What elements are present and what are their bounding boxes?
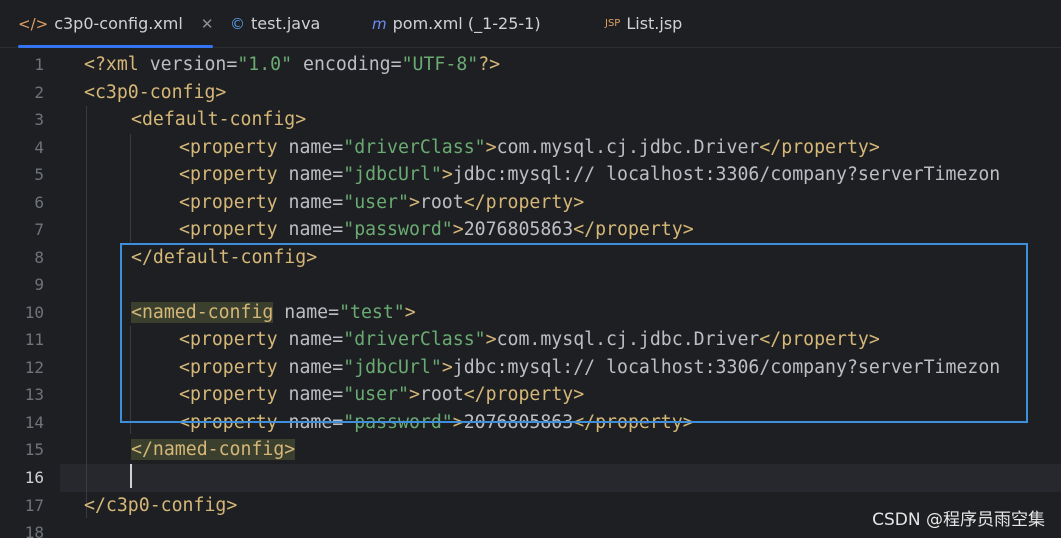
line-number: 17: [24, 495, 44, 515]
text-content: com.mysql.cj.jdbc.Driver: [496, 136, 760, 158]
line-number: 6: [34, 192, 44, 212]
text-content: 2076805863: [463, 219, 574, 240]
line-number: 1: [34, 55, 44, 74]
tag-open: <property: [179, 136, 289, 158]
line-number: 12: [24, 357, 44, 377]
line-number-gutter: 1 2 3 4 5 6 7 8 9 10 11 12 13 14 15 16 1…: [0, 48, 60, 538]
text-caret: [130, 464, 132, 488]
java-class-icon: ©: [230, 14, 245, 33]
selection-highlight-box: [120, 243, 1028, 423]
tab-test-java[interactable]: © test.java: [230, 0, 320, 47]
xml-icon: </>: [18, 14, 49, 33]
line-number: 18: [24, 523, 44, 538]
line-number: 8: [34, 247, 44, 267]
attr-name: name=: [288, 136, 344, 158]
code-line-2: <c3p0-config>: [84, 81, 227, 103]
tab-label: c3p0-config.xml: [54, 14, 183, 33]
code-line-15: </named-config>: [131, 436, 296, 464]
tag-gt: >: [452, 219, 464, 240]
equals: =: [390, 54, 402, 75]
tag-close: </named-config>: [131, 439, 296, 460]
attr-value: "user": [343, 191, 409, 213]
line-number: 11: [24, 330, 44, 349]
tag-open: <property: [179, 191, 289, 213]
code-line-5: <property name="jdbcUrl">jdbc:mysql:// l…: [179, 161, 1000, 189]
text-content: jdbc:mysql:// localhost:3306/company?ser…: [452, 164, 1001, 185]
tag-close: </property>: [573, 219, 694, 240]
line-number: 5: [34, 165, 44, 184]
indent-guide: [130, 134, 131, 242]
line-number: 9: [34, 275, 44, 294]
xml-decl: <?xml: [84, 54, 150, 75]
tag-gt: >: [408, 191, 420, 213]
tag-close: </property>: [759, 136, 880, 158]
attr-name: name=: [288, 164, 344, 185]
line-number: 4: [34, 137, 44, 157]
attr-value: "jdbcUrl": [343, 164, 442, 185]
line-number: 16: [24, 468, 44, 487]
tab-c3p0-config-xml[interactable]: </> c3p0-config.xml ✕: [18, 0, 214, 48]
attr-name: name=: [288, 219, 344, 240]
tag-gt: >: [485, 136, 497, 158]
line-number: 14: [24, 412, 44, 432]
tab-label: test.java: [251, 14, 321, 33]
watermark: CSDN @程序员雨空集: [872, 510, 1045, 530]
tag-open: <property: [179, 164, 289, 185]
line-number: 7: [34, 220, 44, 239]
attr-value: "password": [343, 219, 453, 240]
indent-guide: [86, 106, 87, 518]
attr-name: encoding: [292, 54, 391, 75]
code-line-6: <property name="user">root</property>: [179, 189, 584, 217]
code-line-1: <?xml version="1.0" encoding="UTF-8"?>: [84, 51, 500, 79]
line-number: 3: [34, 110, 44, 129]
tab-pom-xml[interactable]: m pom.xml (_1-25-1): [372, 0, 541, 47]
code-line-3: <default-config>: [131, 109, 307, 130]
attr-value: "UTF-8": [401, 54, 479, 75]
editor-tab-bar: </> c3p0-config.xml ✕ © test.java m pom.…: [0, 0, 1061, 48]
text-content: root: [419, 191, 464, 213]
line-number: 10: [24, 302, 44, 322]
code-line-17: </c3p0-config>: [84, 494, 238, 516]
line-number: 2: [34, 82, 44, 102]
close-icon[interactable]: ✕: [201, 15, 214, 33]
line-number: 15: [24, 440, 44, 459]
attr-value: "1.0": [237, 54, 293, 75]
tag-open: <property: [179, 219, 289, 240]
tab-list-jsp[interactable]: JSP List.jsp: [605, 0, 682, 47]
code-line-7: <property name="password">2076805863</pr…: [179, 216, 694, 244]
equals: =: [226, 54, 238, 75]
maven-icon: m: [372, 14, 387, 33]
attr-name: version: [149, 54, 227, 75]
current-line-highlight: [60, 464, 1061, 492]
attr-name: name=: [288, 191, 344, 213]
tag-gt: >: [441, 164, 453, 185]
tag-close: </property>: [463, 191, 585, 213]
line-number: 13: [24, 385, 44, 404]
tab-label: List.jsp: [626, 14, 683, 33]
code-line-4: <property name="driverClass">com.mysql.c…: [179, 134, 880, 162]
xml-decl-close: ?>: [478, 54, 501, 75]
tab-label: pom.xml (_1-25-1): [392, 14, 541, 33]
attr-value: "driverClass": [343, 136, 486, 158]
jsp-icon: JSP: [605, 18, 621, 29]
